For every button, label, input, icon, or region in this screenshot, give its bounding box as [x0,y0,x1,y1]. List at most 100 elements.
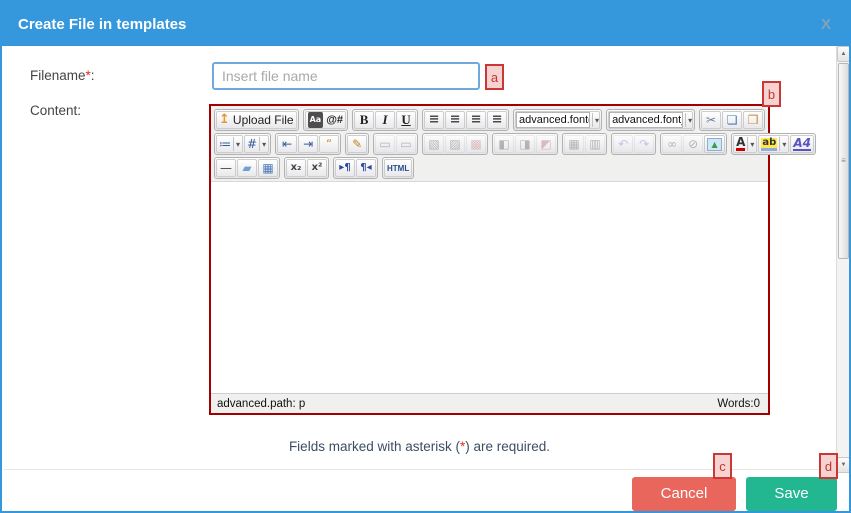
scroll-grip-icon: ≡ [841,159,846,163]
toolbar-group: ▦▥ [562,133,607,155]
blockquote-button[interactable]: “ [319,135,339,153]
insert-image-button[interactable]: ▲ [704,135,725,153]
token-button-icon: Aa [308,112,324,128]
italic-button[interactable]: I [375,111,395,129]
insert-row-after-button: ▨ [445,135,465,153]
insert-row-before-button: ▧ [424,135,444,153]
ltr-button-icon: ▸¶ [339,161,350,175]
horizontal-rule-button[interactable]: — [216,159,236,177]
merge-cells-button: ▭ [375,135,395,153]
cut-button[interactable]: ✂ [701,111,721,129]
align-left-button-icon: ≡ [429,113,440,127]
numbered-list-button[interactable]: #▾ [244,135,269,153]
align-center-button-icon: ≡ [450,113,461,127]
rtl-button[interactable]: ¶◂ [356,159,376,177]
save-button[interactable]: Save [746,477,837,511]
bullet-list-button-icon: ≔ [219,137,231,151]
numbered-list-button-dropdown-arrow-icon[interactable]: ▾ [259,137,266,151]
toolbar-group: ◧◨◩ [492,133,558,155]
redo-button: ↷ [634,135,654,153]
backcolor-button[interactable]: ab▾ [758,135,789,153]
undo-button: ↶ [613,135,633,153]
visual-aid-button[interactable]: ▦ [258,159,278,177]
close-icon[interactable]: X [821,16,831,33]
align-justify-button[interactable]: ≡ [487,111,507,129]
subscript-button[interactable]: x₂ [286,159,306,177]
font-family-select-label: advanced.fontdefault [516,112,590,128]
insert-table-button: ▦ [564,135,584,153]
outdent-button-icon: ⇤ [282,137,292,151]
annotation-marker-a: a [485,64,504,90]
dialog-header: Create File in templates X [2,2,849,46]
toolbar-group: ⇤ ⇥ “ [275,133,341,155]
paste-button-icon: ❒ [748,113,759,127]
forecolor-button[interactable]: A▾ [733,135,757,153]
filename-label: Filename*: [30,68,95,83]
indent-button[interactable]: ⇥ [298,135,318,153]
numbered-list-button-icon: # [247,137,257,151]
bold-button-icon: B [360,113,369,127]
underline-button-icon: U [401,113,410,127]
scroll-down-button[interactable]: ▼ [837,457,850,473]
token-button[interactable]: Aa@# [305,111,346,129]
toolbar-group: advanced.fontdefault▾ [513,109,602,131]
filename-input[interactable] [212,62,480,90]
align-right-button[interactable]: ≡ [466,111,486,129]
bullet-list-button-dropdown-arrow-icon[interactable]: ▾ [233,137,240,151]
link-button-icon: ∞ [667,137,677,151]
delete-col-button-icon: ◩ [540,137,551,151]
delete-row-button: ▩ [466,135,486,153]
insert-table-button-icon: ▦ [568,137,579,151]
toolbar-group: ✂ ❏ ❒ [699,109,765,131]
align-left-button[interactable]: ≡ [424,111,444,129]
annotation-marker-b: b [762,81,781,107]
scroll-thumb[interactable]: ≡ [838,63,849,259]
paste-button[interactable]: ❒ [743,111,763,129]
insert-col-after-button: ◨ [515,135,535,153]
ltr-button[interactable]: ▸¶ [335,159,355,177]
underline-button[interactable]: U [396,111,416,129]
font-family-select[interactable]: advanced.fontdefault▾ [515,111,600,129]
italic-button-icon: I [383,113,388,127]
font-family-select-dropdown-arrow-icon[interactable]: ▾ [592,113,599,127]
toolbar-group: advanced.font_size▾ [606,109,695,131]
remove-format-button[interactable]: ▰ [237,159,257,177]
bullet-list-button[interactable]: ≔▾ [216,135,243,153]
redo-button-icon: ↷ [639,137,649,151]
style-props-button[interactable]: A4 [790,135,814,153]
backcolor-button-dropdown-arrow-icon[interactable]: ▾ [779,137,786,151]
superscript-button-icon: x² [312,161,323,175]
toolbar-group: A▾ab▾A4 [731,133,816,155]
font-size-select-dropdown-arrow-icon[interactable]: ▾ [685,113,692,127]
insert-row-after-button-icon: ▨ [449,137,460,151]
edit-content-button[interactable]: ✎ [347,135,367,153]
cancel-button[interactable]: Cancel [632,477,736,511]
html-source-button[interactable]: HTML [384,159,412,177]
html-source-button-label: HTML [387,164,409,173]
split-cells-button-icon: ▭ [400,137,411,151]
insert-row-before-button-icon: ▧ [428,137,439,151]
unlink-button: ⊘ [683,135,703,153]
outdent-button[interactable]: ⇤ [277,135,297,153]
editor-content-area[interactable] [211,182,768,393]
cut-button-icon: ✂ [706,113,716,127]
copy-button[interactable]: ❏ [722,111,742,129]
superscript-button[interactable]: x² [307,159,327,177]
forecolor-button-dropdown-arrow-icon[interactable]: ▾ [747,137,754,151]
bold-button[interactable]: B [354,111,374,129]
subscript-button-icon: x₂ [291,161,302,175]
upload-file-button[interactable]: ↥Upload File [216,111,297,129]
editor-statusbar: advanced.path: p Words:0 [211,393,768,413]
toolbar-group: ▸¶ ¶◂ [333,157,378,179]
align-center-button[interactable]: ≡ [445,111,465,129]
edit-content-button-icon: ✎ [352,137,362,151]
toolbar-group: Aa@# [303,109,348,131]
font-size-select-label: advanced.font_size [609,112,683,128]
dialog-title: Create File in templates [18,16,186,33]
scroll-up-button[interactable]: ▲ [837,46,850,62]
indent-button-icon: ⇥ [303,137,313,151]
toolbar-group: ↶↷ [611,133,656,155]
vertical-scrollbar-track[interactable]: ▲ ≡ ▼ [836,46,850,473]
editor-toolbar: ↥Upload FileAa@#BIU≡≡≡≡advanced.fontdefa… [211,106,768,182]
font-size-select[interactable]: advanced.font_size▾ [608,111,693,129]
